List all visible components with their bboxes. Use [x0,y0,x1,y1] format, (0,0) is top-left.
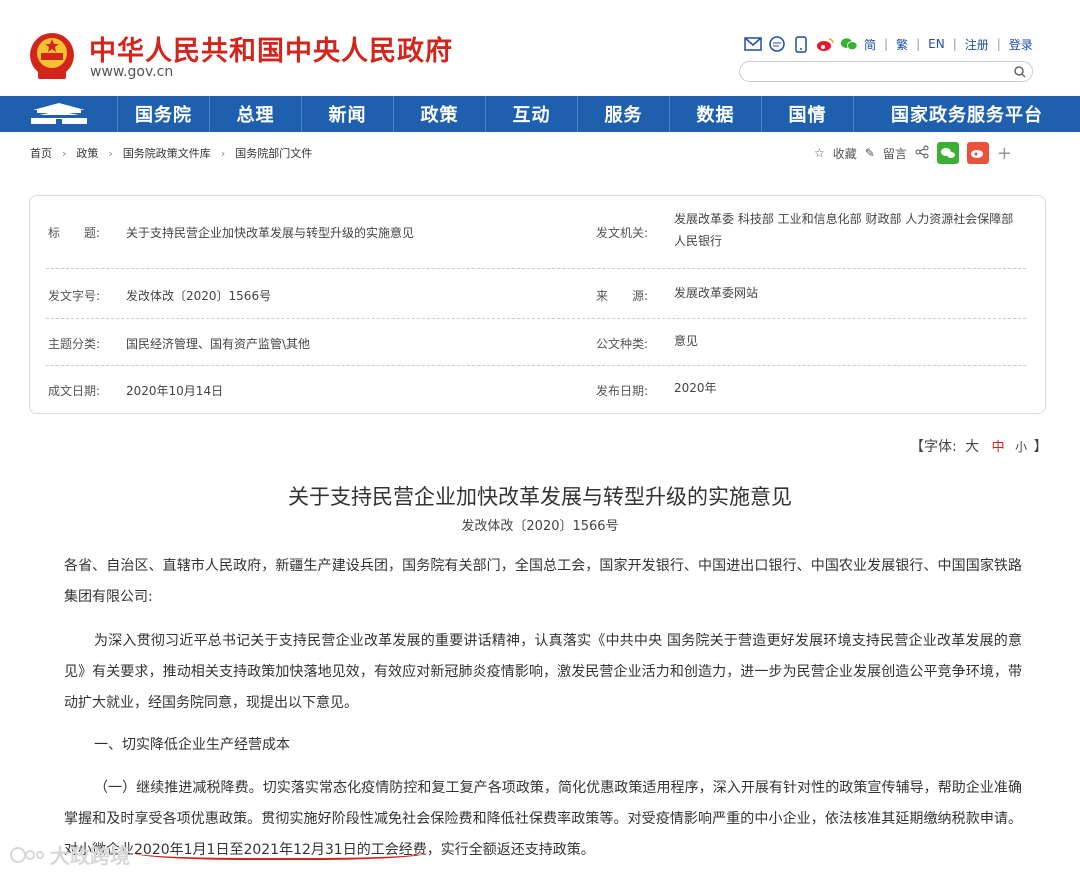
site-title[interactable]: 中华人民共和国中央人民政府 [89,29,453,68]
title-label: 标 题: [48,226,101,240]
nav-item-news[interactable]: 新闻 [302,96,394,132]
weibo-share-icon[interactable] [966,142,989,164]
info-row: 标 题: 关于支持民营企业加快改革发展与转型升级的实施意见 发文机关: 发展改革… [46,196,1026,269]
article-heading: 一、切实降低企业生产经营成本 [94,737,290,753]
highlighted-text: 2020年1月1日至2021年12月31日的工会经费 [134,842,427,860]
divider: | [916,37,921,51]
info-row: 发文字号: 发改体改〔2020〕1566号 来 源: 发展改革委网站 [46,269,1026,319]
wechat-share-icon[interactable] [936,142,959,164]
national-emblem-icon [30,33,74,79]
font-size-prefix: 【字体: [910,439,957,455]
site-header: 中华人民共和国中央人民政府 www.gov.cn 简 | 繁 | EN | 注册… [0,0,1080,96]
nav-item-policy[interactable]: 政策 [394,96,486,132]
chevron-right-icon: › [108,146,113,160]
link-simplified[interactable]: 简 [864,36,876,53]
breadcrumb-library[interactable]: 国务院政策文件库 [123,145,211,161]
font-size-large[interactable]: 大 [965,439,979,455]
issuer-label: 发文机关: [596,226,649,240]
docno-label: 发文字号: [48,289,101,303]
issuer-value: 发展改革委 科技部 工业和信息化部 财政部 人力资源社会保障部 人民银行 [674,212,1014,248]
plus-icon[interactable]: + [997,143,1012,164]
font-size-medium[interactable]: 中 [992,440,1005,455]
link-login[interactable]: 登录 [1009,36,1033,53]
font-size-control: 【字体: 大 中 小 】 [910,436,1048,456]
doctype-value: 意见 [674,334,699,348]
breadcrumb-policy[interactable]: 政策 [76,145,98,161]
nav-item-premier[interactable]: 总理 [210,96,302,132]
share-tools: ☆ 收藏 ✎ 留言 + [814,142,1012,164]
nav-item-state-council[interactable]: 国务院 [118,96,210,132]
search-input[interactable] [750,63,1010,83]
watermark-text: 大政跨境 [50,844,130,868]
breadcrumb-department-docs[interactable]: 国务院部门文件 [235,145,312,161]
chevron-right-icon: › [62,146,67,160]
article-doc-number: 发改体改〔2020〕1566号 [461,519,619,534]
watermark-logo-icon [10,846,44,863]
date-value: 2020年10月14日 [126,384,224,398]
divider: | [996,37,1001,51]
source-label: 来 源: [596,289,649,303]
tiananmen-icon[interactable] [0,96,118,132]
article-paragraph: 各省、自治区、直辖市人民政府，新疆生产建设兵团，国务院有关部门，全国总工会，国家… [64,558,1022,605]
mail-icon[interactable] [744,35,762,53]
paragraph-text: ，实行全额返还支持政策。 [426,842,595,858]
link-traditional[interactable]: 繁 [896,36,908,53]
pencil-icon[interactable]: ✎ [865,146,875,160]
nav-item-service-platform[interactable]: 国家政务服务平台 [854,96,1080,132]
comment-link[interactable]: 留言 [883,145,907,162]
favorite-link[interactable]: 收藏 [833,145,857,162]
watermark: 大政跨境 [10,840,130,869]
pubdate-label: 发布日期: [596,384,649,398]
document-info-table: 标 题: 关于支持民营企业加快改革发展与转型升级的实施意见 发文机关: 发展改革… [29,195,1046,414]
nav-item-data[interactable]: 数据 [670,96,762,132]
search-icon[interactable] [1012,64,1028,80]
info-row: 成文日期: 2020年10月14日 发布日期: 2020年 [46,366,1026,413]
share-icon[interactable] [915,145,929,162]
source-value: 发展改革委网站 [674,286,759,300]
docno-value: 发改体改〔2020〕1566号 [126,289,272,303]
breadcrumb: 首页 › 政策 › 国务院政策文件库 › 国务院部门文件 [30,145,312,161]
nav-item-interaction[interactable]: 互动 [486,96,578,132]
article-title: 关于支持民营企业加快改革发展与转型升级的实施意见 [288,485,792,509]
site-url: www.gov.cn [90,64,174,80]
pubdate-value: 2020年 [674,381,717,395]
mobile-icon[interactable] [792,35,810,53]
nav-item-services[interactable]: 服务 [578,96,670,132]
link-english[interactable]: EN [928,37,945,51]
divider: | [952,37,957,51]
link-register[interactable]: 注册 [965,36,989,53]
wechat-icon[interactable] [840,35,858,53]
nav-item-national-info[interactable]: 国情 [762,96,854,132]
font-size-small[interactable]: 小 [1015,440,1027,454]
article-paragraph: （一）继续推进减税降费。切实落实常态化疫情防控和复工复产各项政策，简化优惠政策适… [64,773,1022,866]
star-icon[interactable]: ☆ [814,146,825,160]
weibo-icon[interactable] [816,35,834,53]
article-paragraph: 为深入贯彻习近平总书记关于支持民营企业改革发展的重要讲话精神，认真落实《中共中央… [64,633,1022,711]
info-row: 主题分类: 国民经济管理、国有资产监管\其他 公文种类: 意见 [46,319,1026,366]
search-box [739,61,1033,83]
date-label: 成文日期: [48,384,101,398]
message-icon[interactable] [768,35,786,53]
breadcrumb-home[interactable]: 首页 [30,145,52,161]
title-value: 关于支持民营企业加快改革发展与转型升级的实施意见 [126,226,415,240]
top-links: 简 | 繁 | EN | 注册 | 登录 [744,35,1033,53]
divider: | [884,37,889,51]
doctype-label: 公文种类: [596,337,649,351]
topic-value: 国民经济管理、国有资产监管\其他 [126,337,311,351]
main-nav: 国务院 总理 新闻 政策 互动 服务 数据 国情 国家政务服务平台 [0,96,1080,132]
chevron-right-icon: › [220,146,226,160]
font-size-suffix: 】 [1033,439,1048,455]
topic-label: 主题分类: [48,337,101,351]
